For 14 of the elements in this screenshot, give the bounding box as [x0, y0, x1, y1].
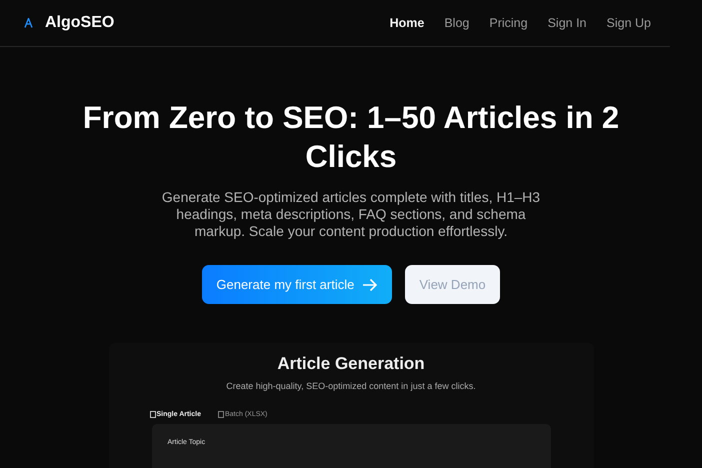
document-icon	[150, 411, 156, 418]
preview-title: Article Generation	[277, 354, 425, 374]
preview-subtitle: Create high-quality, SEO-optimized content in just a few clicks.	[226, 381, 476, 391]
document-icon	[218, 411, 224, 418]
nav-link[interactable]: Sign In	[548, 16, 587, 30]
nav-link[interactable]: Blog	[444, 16, 470, 30]
logo-icon	[24, 18, 33, 28]
nav-link[interactable]: Home	[390, 16, 424, 30]
hero-title: From Zero to SEO: 1–50 Articles in 2 Clicks	[82, 99, 620, 176]
arrow-right-icon	[362, 278, 378, 292]
brand-name[interactable]: AlgoSEO	[45, 14, 114, 32]
nav-link[interactable]: Sign Up	[606, 16, 651, 30]
hero-subtitle: Generate SEO-optimized articles complete with titles, H1–H3 headings, meta descriptions, FAQ sections, and schema markup. Scale your content production effortlessly.	[160, 189, 542, 240]
nav-link[interactable]: Pricing	[489, 16, 528, 30]
